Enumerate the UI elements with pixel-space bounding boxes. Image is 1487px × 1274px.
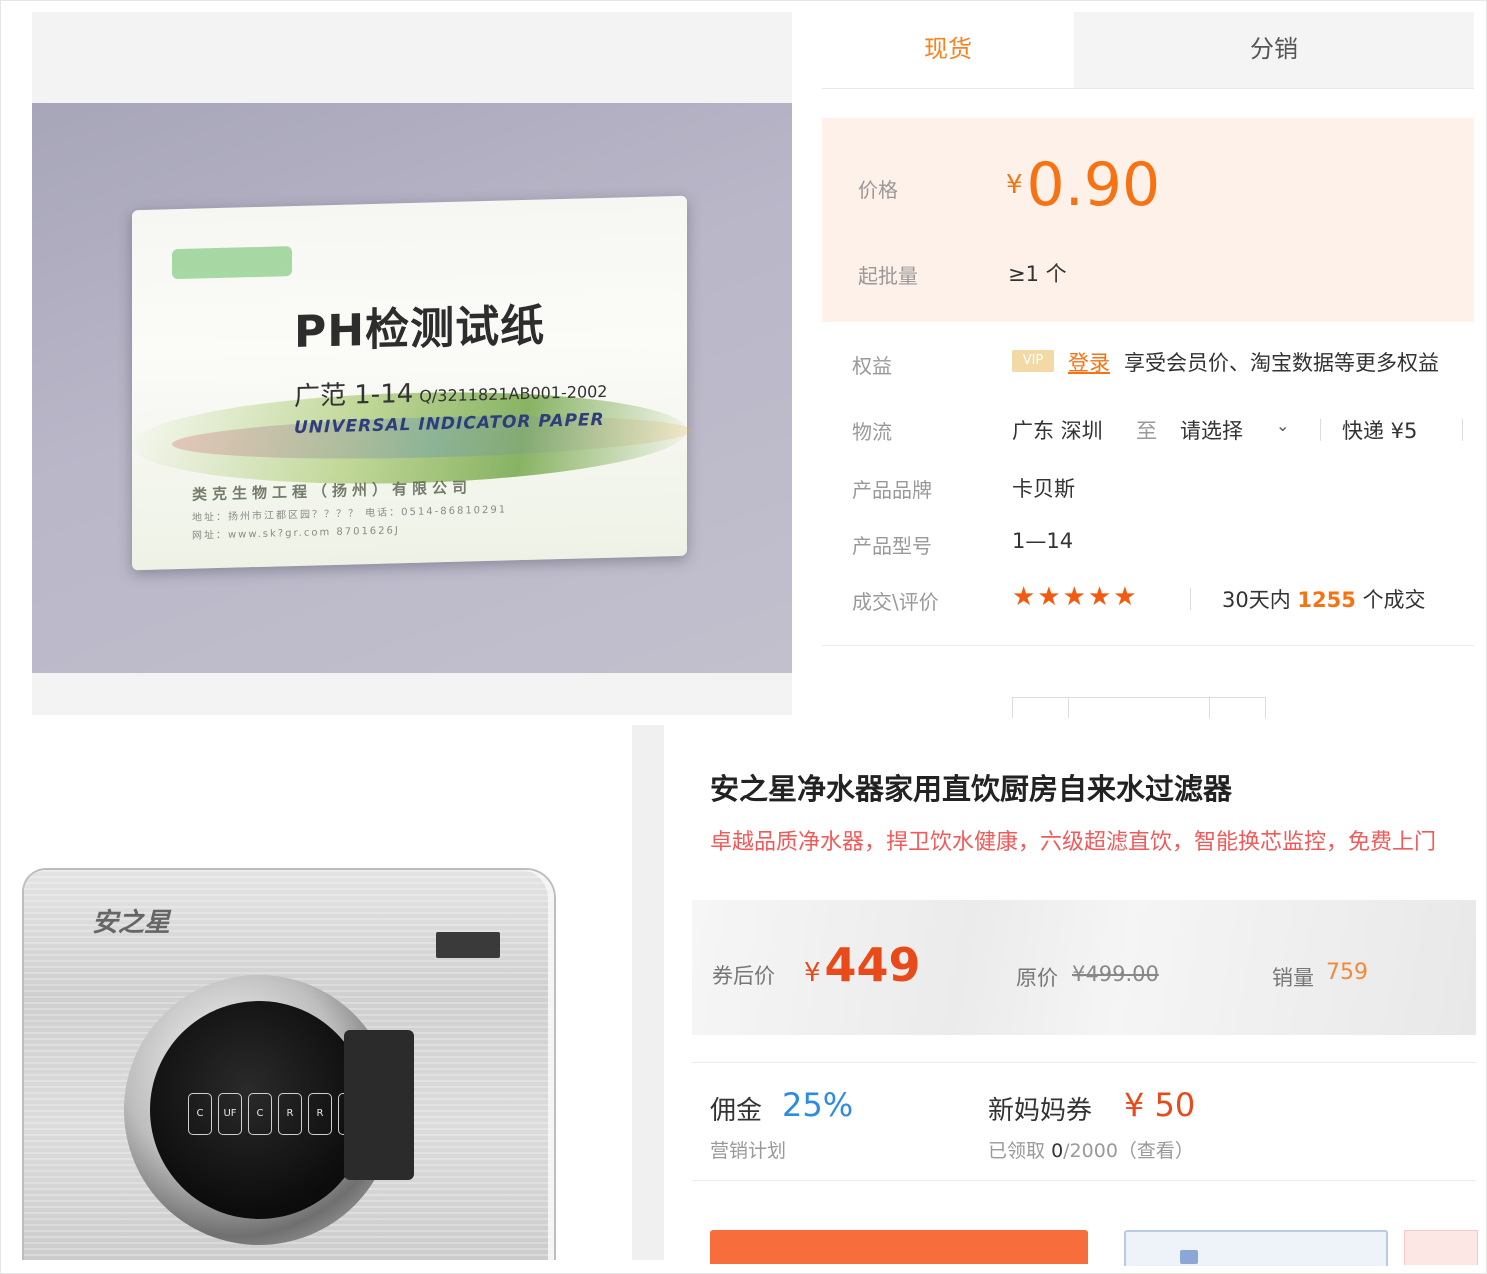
coupon-claimed[interactable]: 已领取 0/2000（查看） [988,1136,1194,1163]
package-standard: Q/3211821AB001-2002 [419,381,608,406]
after-coupon-price: ¥449 [804,938,921,992]
shipping-to: 至 [1136,419,1157,443]
sales-label: 销量 [1272,966,1314,990]
brand-label: 产品品牌 [852,478,932,502]
purifier-dial-face: C UF C R R PP [150,1001,368,1219]
sale-price-panel: 券后价 ¥449 原价 ¥499.00 销量 759 [692,900,1476,1035]
product-subtitle: 卓越品质净水器，捍卫饮水健康，六级超滤直饮，智能换芯监控，免费上门 [710,830,1437,855]
benefit-text: 享受会员价、淘宝数据等更多权益 [1124,351,1439,375]
benefit-label: 权益 [852,354,892,378]
stepper-divider [1209,698,1210,718]
ph-paper-product-photo[interactable]: PH检测试纸 广范 1-14 Q/3211821AB001-2002 UNIVER… [32,103,792,673]
divider [1462,419,1463,441]
secondary-action-button[interactable] [1124,1230,1388,1266]
rating-stars-icon: ★★★★★ [1012,582,1139,612]
coupon-claimed-count: 0 [1051,1140,1064,1162]
after-coupon-label: 券后价 [712,964,775,988]
sales-value: 759 [1326,960,1368,985]
section-divider [822,645,1474,646]
logistics-label: 物流 [852,420,892,444]
cart-icon [1180,1250,1198,1264]
price-amount: 0.90 [1026,150,1161,220]
purifier-brand-logo: 安之星 [92,908,171,938]
package-logo [172,246,292,280]
destination-select[interactable]: 请选择 [1180,415,1243,445]
buy-button[interactable] [710,1230,1088,1264]
image-gutter [632,725,664,1260]
water-purifier-photo[interactable]: 安之星 C UF C R R PP [14,725,630,1260]
filter-indicator: C [188,1093,212,1135]
brand-value: 卡贝斯 [1012,477,1075,501]
coupon-claimed-prefix: 已领取 [988,1140,1046,1162]
purifier-display [436,932,500,958]
divider [1320,419,1321,441]
purifier-body: 安之星 C UF C R R PP [24,870,554,1260]
login-link[interactable]: 登录 [1068,347,1110,377]
deals-count: 1255 [1297,588,1356,612]
original-price-label: 原价 [1016,966,1058,990]
shipping-origin: 广东 深圳 [1012,419,1103,443]
package-range-text: 广范 1-14 [294,378,414,413]
commission-label: 佣金 [710,1096,763,1126]
quantity-stepper[interactable] [1012,697,1266,718]
chevron-down-icon[interactable]: ⌄ [1276,416,1289,435]
price-currency: ¥ [1006,170,1023,200]
stepper-divider [1068,698,1069,718]
filter-indicator: R [278,1093,302,1135]
product-title: 安之星净水器家用直饮厨房自来水过滤器 [710,772,1233,806]
deals-summary[interactable]: 30天内 1255 个成交 [1222,584,1426,614]
deals-prefix: 30天内 [1222,588,1291,612]
shipping-fee: 快递 ¥5 [1342,419,1418,443]
purifier-side-panel [344,1030,414,1180]
original-price: ¥499.00 [1072,962,1159,986]
divider [1190,588,1191,610]
commission-value: 25% [782,1086,854,1124]
price-value: ¥0.90 [1006,150,1160,220]
package-title: PH检测试纸 [294,300,546,359]
coupon-total: /2000（查看） [1063,1140,1194,1162]
tab-distribution[interactable]: 分销 [1074,12,1474,88]
package-company: 类克生物工程（扬州）有限公司 [192,478,473,504]
section-divider [692,1062,1476,1063]
sale-amount: 449 [824,938,921,992]
deals-suffix: 个成交 [1362,588,1426,612]
vip-badge: VIP [1012,350,1054,372]
model-value: 1—14 [1012,529,1074,553]
package-address: 地址：扬州市江都区园？？？？ 电话：0514-86810291 [192,504,508,524]
filter-indicator: C [248,1093,272,1135]
model-label: 产品型号 [852,534,932,558]
deals-label: 成交\评价 [852,590,939,614]
price-panel: 价格 ¥0.90 起批量 ≥1 个 [822,118,1474,322]
coupon-value: ¥ 50 [1124,1086,1196,1124]
filter-indicator: UF [218,1093,242,1135]
price-label: 价格 [858,178,898,202]
tab-in-stock[interactable]: 现货 [822,12,1074,88]
purchase-mode-tabs: 现货 分销 [822,12,1474,89]
filter-indicator: R [308,1093,332,1135]
ph-paper-package: PH检测试纸 广范 1-14 Q/3211821AB001-2002 UNIVER… [132,195,692,571]
sale-currency: ¥ [804,958,821,988]
coupon-label: 新妈妈券 [988,1096,1093,1126]
moq-value: ≥1 个 [1008,262,1067,286]
package-website: 网址：www.sk?gr.com 8701626J [192,525,400,542]
filter-indicators: C UF C R R PP [188,1093,362,1135]
section-divider [692,1180,1476,1181]
commission-plan-link[interactable]: 营销计划 [710,1136,786,1163]
extra-action-button[interactable] [1404,1230,1478,1265]
moq-label: 起批量 [858,264,918,288]
